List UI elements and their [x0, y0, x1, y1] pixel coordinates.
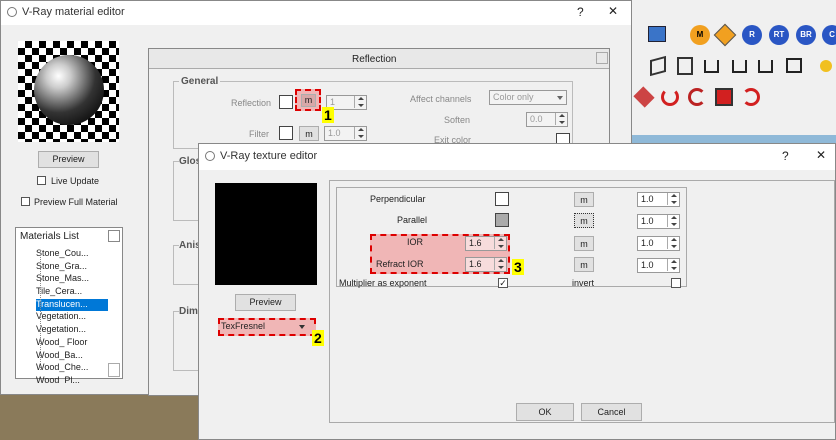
live-update-label: Live Update [51, 176, 100, 186]
filter-map-button[interactable]: m [299, 126, 319, 141]
render-icon[interactable]: R [742, 25, 762, 45]
components-icon[interactable] [648, 26, 666, 42]
general-label: General [179, 76, 221, 87]
affect-channels-select[interactable]: Color only [489, 90, 567, 105]
materials-list-collapse[interactable] [108, 230, 120, 242]
garage-icon[interactable] [786, 58, 802, 73]
live-update-checkbox[interactable] [37, 176, 46, 185]
house-icon[interactable] [704, 60, 719, 73]
reflection-label: Reflection [231, 98, 272, 108]
perpendicular-map-button[interactable]: m [574, 192, 594, 207]
chevron-down-icon [557, 96, 563, 100]
step-badge-1: 1 [322, 107, 334, 123]
house-outline-icon[interactable] [732, 60, 747, 73]
material-preview-button[interactable]: Preview [38, 151, 99, 168]
cancel-button[interactable]: Cancel [581, 403, 642, 421]
filter-label: Filter [249, 129, 269, 139]
parallel-label: Parallel [397, 215, 428, 225]
hook-icon[interactable] [742, 88, 760, 106]
reflection-header-label: Reflection [352, 54, 397, 65]
refract-ior-map-button[interactable]: m [574, 257, 594, 272]
tree-expander-icons [40, 250, 48, 370]
door-icon[interactable] [677, 57, 693, 75]
filter-amount-spinner[interactable] [354, 127, 366, 139]
materials-list-header: Materials List [20, 231, 79, 242]
parallel-color-swatch[interactable] [495, 213, 509, 227]
multiplier-label: Multiplier as exponent [339, 278, 427, 288]
perpendicular-label: Perpendicular [370, 194, 426, 204]
materials-scrollbar[interactable] [108, 363, 120, 377]
close-icon[interactable]: ✕ [608, 4, 618, 18]
realtime-render-icon[interactable]: RT [769, 25, 789, 45]
affect-channels-label: Affect channels [410, 94, 472, 104]
reflection-header[interactable]: Reflection [149, 49, 609, 69]
parallel-amount-spinner[interactable] [667, 215, 679, 227]
dim-label: Dim [179, 306, 198, 317]
preview-full-checkbox[interactable] [21, 197, 30, 206]
close-icon[interactable]: ✕ [816, 148, 826, 162]
ior-map-button[interactable]: m [574, 236, 594, 251]
light-bulb-icon[interactable] [820, 60, 832, 72]
texture-type-select[interactable]: TexFresnel [221, 321, 311, 333]
help-button[interactable]: ? [782, 149, 789, 163]
texture-editor-window: V-Ray texture editor ? ✕ Preview TexFres… [198, 143, 836, 440]
refresh-icon[interactable] [661, 88, 679, 106]
reflection-scroll-button[interactable] [596, 52, 608, 64]
preview-sphere [34, 55, 104, 125]
multiplier-checkbox[interactable]: ✓ [498, 278, 508, 288]
ior-amount-spinner[interactable] [667, 237, 679, 249]
reflection-color-swatch[interactable] [279, 95, 293, 109]
cloud-render-icon[interactable]: C [822, 25, 836, 45]
batch-render-icon[interactable]: BR [796, 25, 816, 45]
materials-list: Materials List Stone_Cou... Stone_Gra...… [15, 227, 123, 383]
house-front-icon[interactable] [758, 60, 773, 73]
ok-button[interactable]: OK [516, 403, 574, 421]
list-item[interactable]: Wood_Pl... [36, 375, 108, 383]
material-editor-icon[interactable]: M [690, 25, 710, 45]
chevron-down-icon [299, 325, 305, 329]
refract-ior-amount-spinner[interactable] [667, 259, 679, 271]
reflection-amount-spinner[interactable] [354, 96, 366, 108]
invert-checkbox[interactable] [671, 278, 681, 288]
vray-logo-icon [205, 151, 215, 161]
soften-label: Soften [444, 115, 471, 125]
filter-color-swatch[interactable] [279, 126, 293, 140]
texture-editor-title: V-Ray texture editor [220, 150, 318, 162]
texture-preview-button[interactable]: Preview [235, 294, 296, 311]
sketchup-ground [0, 395, 200, 440]
help-button[interactable]: ? [577, 5, 584, 19]
perpendicular-amount-spinner[interactable] [667, 193, 679, 205]
material-editor-title: V-Ray material editor [22, 6, 125, 18]
refract-ior-label: Refract IOR [376, 259, 424, 269]
ior-label: IOR [407, 237, 424, 247]
parallel-map-button[interactable]: m [574, 213, 594, 228]
vray-logo-icon [7, 7, 17, 17]
texture-type-value: TexFresnel [221, 321, 266, 331]
refract-ior-spinner[interactable] [494, 258, 506, 270]
perpendicular-color-swatch[interactable] [495, 192, 509, 206]
invert-label: invert [572, 278, 595, 288]
preview-full-label: Preview Full Material [34, 197, 118, 207]
ior-spinner[interactable] [494, 237, 506, 249]
step-badge-2: 2 [312, 330, 324, 346]
fresnel-params-panel: Perpendicular m 1.0 Parallel m 1.0 IOR 1… [329, 180, 835, 423]
step-badge-3: 3 [512, 259, 524, 275]
texture-preview-image [215, 183, 317, 285]
soften-spinner[interactable] [555, 113, 567, 125]
reflection-map-button[interactable]: m [301, 94, 316, 107]
export-icon[interactable] [715, 88, 733, 106]
swirl-icon[interactable] [688, 88, 706, 106]
